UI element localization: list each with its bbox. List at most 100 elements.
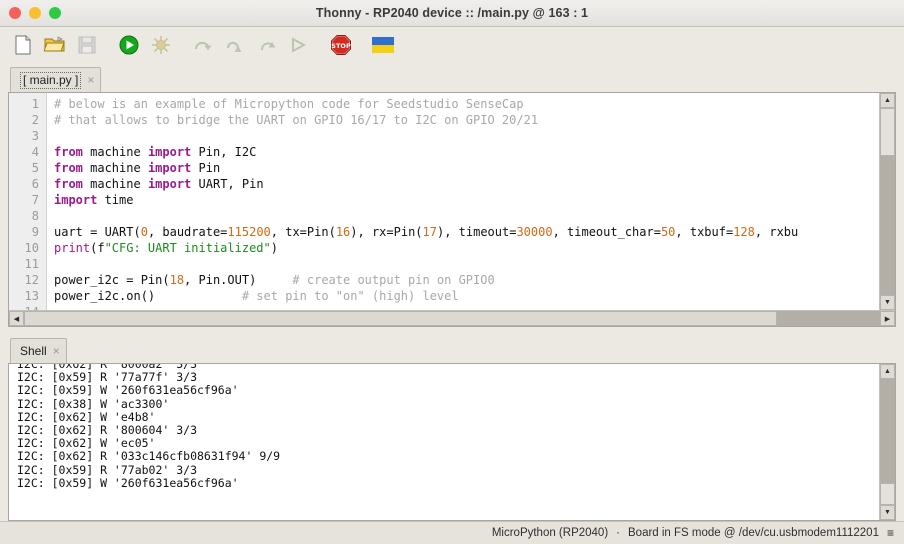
scroll-up-icon[interactable]: ▲ bbox=[880, 93, 895, 108]
line-number-gutter: 1234567891011121314 bbox=[9, 93, 47, 310]
code-token: ) bbox=[270, 241, 278, 255]
shell-vscroll-thumb[interactable] bbox=[880, 483, 895, 505]
shell-line: I2C: [0x59] R '77ab02' 3/3 bbox=[17, 462, 198, 477]
code-line: power_i2c.on() # set pin to "on" (high) … bbox=[54, 288, 879, 304]
scroll-up-icon[interactable]: ▲ bbox=[880, 364, 895, 379]
thonny-window: Thonny - RP2040 device :: /main.py @ 163… bbox=[0, 0, 904, 544]
line-number: 13 bbox=[24, 289, 39, 303]
code-token: power_i2c.on() bbox=[54, 289, 156, 303]
code-token: from bbox=[54, 145, 83, 159]
code-token: 128 bbox=[733, 225, 755, 239]
open-file-icon[interactable] bbox=[40, 30, 70, 60]
line-number: 2 bbox=[31, 113, 39, 127]
tab-main-py[interactable]: [ main.py ] × bbox=[10, 67, 102, 92]
scroll-down-icon[interactable]: ▼ bbox=[880, 505, 895, 520]
scroll-down-icon[interactable]: ▼ bbox=[880, 295, 895, 310]
shell-output[interactable]: I2C: [0x62] R '8000a2' 3/3 I2C: [0x59] R … bbox=[9, 364, 879, 520]
code-token: ), timeout= bbox=[436, 225, 517, 239]
code-text-area[interactable]: # below is an example of Micropython cod… bbox=[47, 93, 879, 310]
line-number: 12 bbox=[24, 273, 39, 287]
line-number: 11 bbox=[24, 257, 39, 271]
editor-hscroll-track[interactable] bbox=[24, 311, 880, 326]
editor-hscroll-thumb[interactable] bbox=[24, 311, 778, 326]
code-token: time bbox=[97, 193, 134, 207]
code-line: uart = UART(0, baudrate=115200, tx=Pin(1… bbox=[54, 224, 879, 240]
svg-text:STOP: STOP bbox=[331, 42, 351, 50]
run-icon[interactable] bbox=[114, 30, 144, 60]
step-out-icon bbox=[252, 30, 282, 60]
shell-pane: I2C: [0x62] R '8000a2' 3/3 I2C: [0x59] R … bbox=[8, 363, 896, 521]
editor-horizontal-scrollbar[interactable]: ◀ ▶ bbox=[9, 310, 895, 326]
editor-body: 1234567891011121314 # below is an exampl… bbox=[9, 93, 895, 310]
code-token: 0 bbox=[140, 225, 148, 239]
code-token: uart = UART( bbox=[54, 225, 141, 239]
shell-tabstrip: Shell × bbox=[0, 333, 904, 363]
code-token: import bbox=[54, 193, 98, 207]
title-bar: Thonny - RP2040 device :: /main.py @ 163… bbox=[0, 0, 904, 27]
code-token: machine bbox=[82, 145, 148, 159]
scroll-right-icon[interactable]: ▶ bbox=[880, 311, 895, 326]
code-token: import bbox=[147, 177, 192, 191]
status-bar: MicroPython (RP2040) · Board in FS mode … bbox=[0, 521, 904, 544]
line-number: 4 bbox=[31, 145, 39, 159]
editor-vscroll-thumb[interactable] bbox=[880, 108, 895, 156]
stop-icon[interactable]: STOP bbox=[326, 30, 356, 60]
toolbar: STOP bbox=[0, 27, 904, 62]
line-number: 3 bbox=[31, 129, 39, 143]
code-token: # set pin to "on" (high) level bbox=[155, 289, 459, 303]
shell-line: I2C: [0x59] W '260f631ea56cf96a' bbox=[17, 475, 239, 490]
tab-shell-label: Shell bbox=[20, 344, 47, 358]
code-token: import bbox=[147, 161, 192, 175]
code-token: "CFG: UART initialized" bbox=[104, 241, 271, 255]
line-number: 9 bbox=[31, 225, 39, 239]
code-token: UART, Pin bbox=[191, 177, 264, 191]
connection-label[interactable]: Board in FS mode @ /dev/cu.usbmodem11122… bbox=[628, 527, 879, 539]
code-token: 115200 bbox=[227, 225, 271, 239]
code-token: ), rx=Pin( bbox=[350, 225, 423, 239]
code-token: machine bbox=[82, 161, 148, 175]
line-number: 1 bbox=[31, 97, 39, 111]
scroll-left-icon[interactable]: ◀ bbox=[9, 311, 24, 326]
code-line: # below is an example of Micropython cod… bbox=[54, 96, 879, 112]
code-token: (f bbox=[90, 241, 105, 255]
new-file-icon[interactable] bbox=[8, 30, 38, 60]
shell-vscroll-track[interactable] bbox=[880, 379, 895, 505]
shell-line: I2C: [0x62] R '033c146cfb08631f94' 9/9 bbox=[17, 449, 281, 464]
code-token: , baudrate= bbox=[147, 225, 228, 239]
code-line: from machine import Pin, I2C bbox=[54, 144, 879, 160]
editor-pane: 1234567891011121314 # below is an exampl… bbox=[8, 92, 896, 327]
shell-line: I2C: [0x38] W 'ac3300' bbox=[17, 396, 170, 411]
editor-tabstrip: [ main.py ] × bbox=[0, 62, 904, 92]
close-icon[interactable]: × bbox=[87, 74, 94, 86]
code-token: from bbox=[54, 177, 83, 191]
code-line: import time bbox=[54, 192, 879, 208]
step-into-icon bbox=[220, 30, 250, 60]
code-token: power_i2c = Pin( bbox=[54, 273, 170, 287]
hamburger-menu-icon[interactable]: ≡ bbox=[887, 526, 894, 540]
editor-vscroll-track[interactable] bbox=[880, 108, 895, 295]
line-number: 6 bbox=[31, 177, 39, 191]
code-line: # that allows to bridge the UART on GPIO… bbox=[54, 112, 879, 128]
code-token: 17 bbox=[422, 225, 437, 239]
ukraine-flag-icon[interactable] bbox=[368, 30, 398, 60]
shell-line: I2C: [0x59] W '260f631ea56cf96a' bbox=[17, 383, 239, 398]
code-token: from bbox=[54, 161, 83, 175]
shell-vertical-scrollbar[interactable]: ▲ ▼ bbox=[879, 364, 895, 520]
step-over-icon bbox=[188, 30, 218, 60]
code-token: , txbuf= bbox=[675, 225, 734, 239]
window-title: Thonny - RP2040 device :: /main.py @ 163… bbox=[315, 6, 589, 20]
line-number: 5 bbox=[31, 161, 39, 175]
close-icon[interactable]: × bbox=[53, 345, 60, 357]
editor-vertical-scrollbar[interactable]: ▲ ▼ bbox=[879, 93, 895, 310]
save-file-icon bbox=[72, 30, 102, 60]
code-line: from machine import UART, Pin bbox=[54, 176, 879, 192]
interpreter-label[interactable]: MicroPython (RP2040) bbox=[492, 527, 608, 539]
code-line: print(f"CFG: UART initialized") bbox=[54, 240, 879, 256]
line-number: 8 bbox=[31, 209, 39, 223]
code-token: # create output pin on GPIO0 bbox=[256, 273, 495, 287]
tab-shell[interactable]: Shell × bbox=[10, 338, 67, 363]
code-token: # below is an example of Micropython cod… bbox=[54, 97, 524, 111]
